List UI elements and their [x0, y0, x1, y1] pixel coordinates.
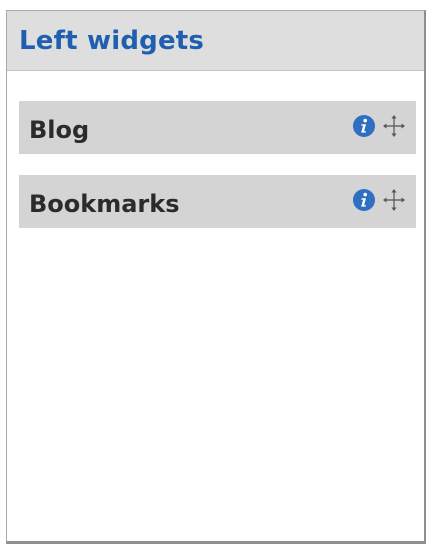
panel-title: Left widgets — [19, 25, 205, 56]
info-icon[interactable] — [352, 114, 376, 138]
widget-blog[interactable]: Blog — [19, 101, 416, 154]
widget-label: Bookmarks — [29, 190, 180, 218]
info-icon[interactable] — [352, 188, 376, 212]
move-icon[interactable] — [382, 114, 406, 138]
widget-list: Blog Bookmarks — [7, 71, 424, 228]
widget-actions — [352, 114, 406, 138]
widget-actions — [352, 188, 406, 212]
widget-bookmarks[interactable]: Bookmarks — [19, 175, 416, 228]
move-icon[interactable] — [382, 188, 406, 212]
panel-header: Left widgets — [7, 11, 424, 71]
left-widgets-panel: Left widgets Blog Bookmarks — [6, 10, 426, 544]
page: Left widgets Blog Bookmarks — [0, 0, 430, 548]
widget-label: Blog — [29, 116, 90, 144]
